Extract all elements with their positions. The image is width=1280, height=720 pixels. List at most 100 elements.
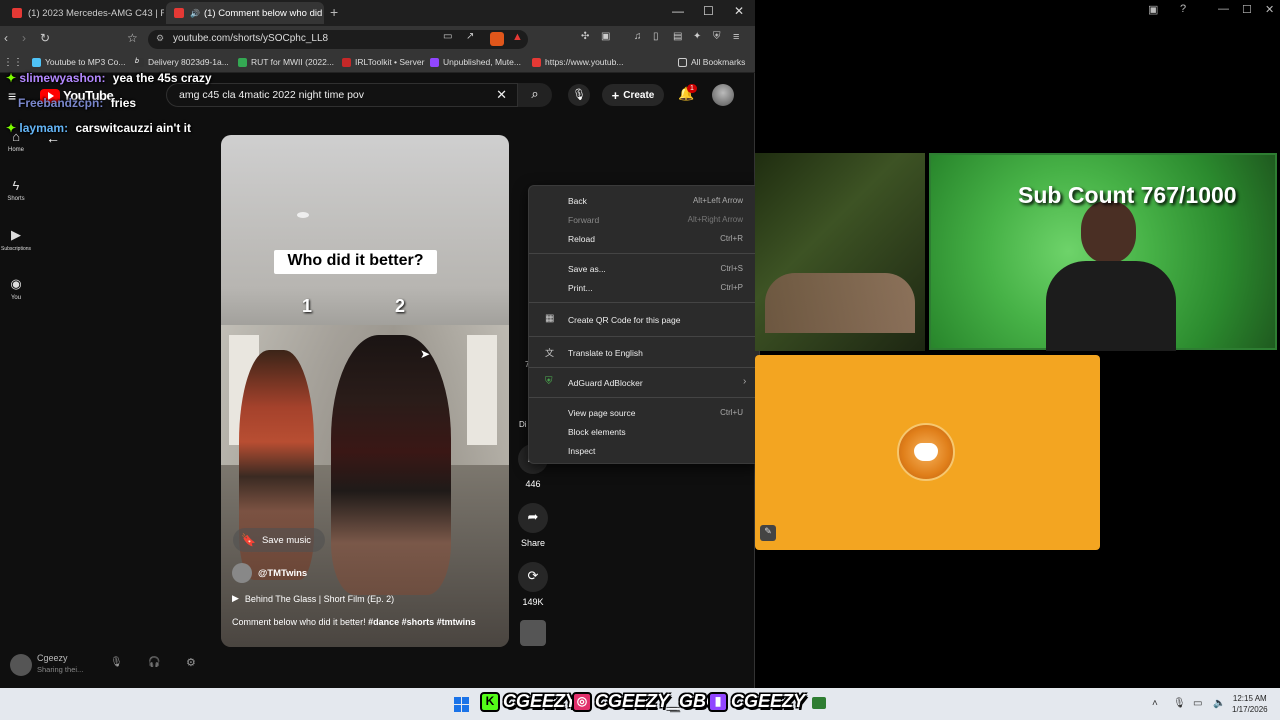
channel-link[interactable]: @TMTwins — [232, 563, 307, 583]
bookmark-item[interactable]: RUT for MWII (2022... — [238, 57, 334, 67]
youtube-favicon-icon — [174, 8, 184, 18]
menu-item-block-elements[interactable]: Block elements — [568, 427, 626, 437]
menu-item-inspect[interactable]: Inspect — [568, 446, 595, 456]
voice-search-button[interactable]: 🎙 — [568, 84, 590, 106]
label-two: 2 — [395, 296, 406, 316]
shortcut: Ctrl+R — [720, 234, 743, 243]
shortcut: Ctrl+U — [720, 408, 743, 417]
hamburger-icon[interactable]: ≡ — [8, 88, 16, 104]
menu-item-save-as[interactable]: Save as... — [568, 264, 606, 274]
taskbar-clock[interactable]: 12:15 AM 1/17/2026 — [1232, 693, 1268, 715]
menu-item-reload[interactable]: Reload — [568, 234, 595, 244]
headphones-icon[interactable]: 🎧 — [148, 657, 160, 668]
save-music-button[interactable]: 🔖 Save music — [233, 528, 325, 552]
close-window-button[interactable]: ✕ — [734, 4, 744, 18]
forward-icon[interactable]: › — [22, 31, 26, 45]
menu-icon[interactable]: ≡ — [733, 31, 739, 43]
tab-comment-below[interactable]: 🔊 (1) Comment below who did ✕ — [166, 2, 324, 24]
site-info-icon[interactable]: ⚙ — [156, 33, 164, 44]
discord-logo-icon — [897, 423, 955, 481]
channel-avatar — [232, 563, 252, 583]
remix-button[interactable]: ⟳ 149K — [517, 562, 549, 607]
wallet-icon[interactable]: ▤ — [673, 31, 682, 42]
tab-label: (1) Comment below who did — [203, 7, 323, 19]
bookmark-icon[interactable]: ☆ — [127, 31, 138, 45]
discord-avatar — [10, 654, 32, 676]
all-bookmarks[interactable]: All Bookmarks — [678, 57, 745, 67]
play-icon: ▶ — [232, 593, 239, 603]
shortcut: Ctrl+P — [720, 283, 743, 292]
search-input[interactable]: amg c45 cla 4matic 2022 night time pov ✕ — [166, 83, 518, 107]
close-tab-icon[interactable]: ✕ — [322, 7, 324, 20]
share-button[interactable]: ➦ Share — [517, 503, 549, 548]
settings-gear-icon[interactable]: ⚙ — [186, 656, 196, 669]
share-arrow-icon: ➦ — [518, 503, 548, 533]
video-scene-door — [467, 335, 497, 445]
share-icon[interactable]: ↗ — [466, 31, 474, 42]
you-icon: ◉ — [10, 276, 22, 291]
remix-icon: ⟳ — [518, 562, 548, 592]
back-icon[interactable]: ‹ — [4, 31, 8, 45]
bookmark-item[interactable]: b Delivery 8023d9-1a... — [135, 57, 229, 67]
menu-item-back[interactable]: Back — [568, 196, 587, 206]
create-button[interactable]: + Create — [602, 84, 664, 106]
terminal-icon[interactable] — [812, 697, 826, 709]
sound-thumbnail-image — [520, 620, 546, 646]
clear-search-icon[interactable]: ✕ — [496, 87, 507, 103]
screenshot-icon[interactable]: ▣ — [601, 31, 610, 42]
tray-chevron-icon[interactable]: ˄ — [1152, 698, 1158, 709]
menu-divider — [529, 397, 759, 398]
menu-item-translate[interactable]: Translate to English — [568, 348, 643, 358]
vpn-icon[interactable]: ⛨ — [713, 31, 721, 42]
leo-icon[interactable]: ✦ — [693, 31, 701, 42]
cam-person-arm — [765, 273, 915, 333]
sidebar-item-you[interactable]: ◉ You — [0, 276, 32, 301]
rewards-icon[interactable]: ▲ — [512, 31, 523, 43]
notification-badge: 1 — [687, 84, 697, 93]
tab-mercedes[interactable]: (1) 2023 Mercedes-AMG C43 | Faster — [4, 2, 164, 24]
menu-divider — [529, 336, 759, 337]
sidebar-item-subscriptions[interactable]: ▶ Subscriptions — [0, 227, 32, 252]
bookmark-item[interactable]: Unpublished, Mute... — [430, 57, 521, 67]
hashtags[interactable]: #dance #shorts #tmtwins — [368, 617, 476, 627]
menu-item-qr-code[interactable]: Create QR Code for this page — [568, 315, 680, 325]
media-icon[interactable]: ♫ — [634, 31, 642, 42]
sidebar-icon[interactable]: ▯ — [653, 31, 659, 42]
plus-icon: + — [611, 87, 620, 103]
submenu-chevron-icon: › — [743, 376, 747, 387]
linked-video[interactable]: ▶ Behind The Glass | Short Film (Ep. 2) — [232, 593, 394, 604]
tray-volume-icon[interactable]: 🔈 — [1213, 698, 1225, 709]
menu-item-adguard[interactable]: AdGuard AdBlocker — [568, 378, 643, 388]
mic-icon[interactable]: 🎙 — [110, 657, 123, 668]
reload-icon[interactable]: ↻ — [40, 31, 50, 45]
extensions-icon[interactable]: ✣ — [581, 31, 589, 42]
minimize-button[interactable]: — — [672, 4, 684, 18]
bookmark-item[interactable]: Youtube to MP3 Co... — [32, 57, 126, 67]
sidebar-item-shorts[interactable]: ϟ Shorts — [0, 178, 32, 202]
maximize-button[interactable]: ☐ — [703, 4, 714, 18]
help-icon: ? — [1180, 3, 1187, 15]
account-avatar[interactable] — [712, 84, 734, 106]
new-tab-button[interactable]: + — [330, 4, 338, 20]
discord-status: Sharing thei... — [37, 665, 84, 674]
search-button[interactable]: ⌕ — [518, 83, 552, 107]
menu-item-view-source[interactable]: View page source — [568, 408, 635, 418]
menu-divider — [529, 302, 759, 303]
bookmark-item[interactable]: IRLToolkit • Server — [342, 57, 424, 67]
menu-item-print[interactable]: Print... — [568, 283, 593, 293]
windows-start-icon[interactable] — [454, 697, 469, 712]
brave-shield-icon[interactable] — [490, 32, 504, 46]
sound-thumbnail[interactable] — [517, 620, 549, 646]
chat-message: Freebandzcpn: fries — [18, 96, 137, 110]
stream-minimize-icon: — — [1218, 3, 1229, 15]
cast-icon[interactable]: ▭ — [443, 31, 452, 42]
tray-mic-icon[interactable]: 🎙 — [1173, 698, 1186, 709]
apps-icon[interactable]: ⋮⋮ — [3, 57, 23, 68]
bookmark-item[interactable]: https://www.youtub... — [532, 57, 623, 67]
menu-item-forward[interactable]: Forward — [568, 215, 599, 225]
video-overlay-title: Who did it better? — [274, 250, 437, 274]
tray-display-icon[interactable]: ▭ — [1193, 698, 1202, 709]
back-arrow-icon[interactable]: ← — [46, 130, 60, 146]
mouse-cursor-icon: ➤ — [420, 347, 431, 361]
shorts-icon: ϟ — [12, 178, 20, 193]
